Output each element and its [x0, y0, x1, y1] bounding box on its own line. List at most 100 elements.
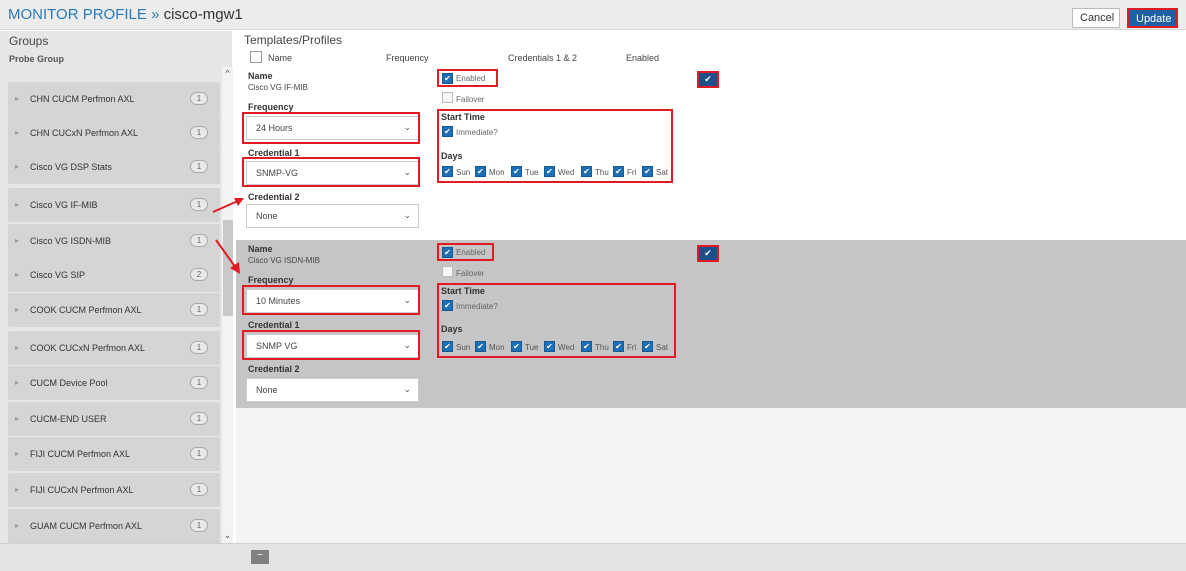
group-item[interactable]: ▸ FIJI CUCxN Perfmon AXL 1	[8, 473, 220, 507]
groups-header: Groups Probe Group	[0, 31, 232, 67]
group-item[interactable]: ▸ COOK CUCM Perfmon AXL 1	[8, 293, 220, 327]
groups-scrollbar-thumb[interactable]	[223, 220, 233, 316]
day-checkbox-fri[interactable]: ✔	[613, 166, 624, 177]
chevron-down-icon: ⌄	[403, 384, 411, 394]
credential1-value: SNMP-VG	[256, 168, 299, 178]
day-checkbox-sun[interactable]: ✔	[442, 166, 453, 177]
day-label-tue: Tue	[525, 168, 539, 177]
day-label-sat: Sat	[656, 168, 669, 177]
enabled-checkbox[interactable]: ✔	[442, 73, 453, 84]
day-checkbox-tue[interactable]: ✔	[511, 341, 522, 352]
day-checkbox-wed[interactable]: ✔	[544, 166, 555, 177]
column-header-enabled[interactable]: Enabled	[626, 53, 659, 63]
group-item[interactable]: ▸ CUCM Device Pool 1	[8, 366, 220, 400]
day-label-thu: Thu	[595, 343, 609, 352]
immediate-checkbox[interactable]: ✔	[442, 126, 453, 137]
update-button[interactable]: Update	[1127, 8, 1178, 28]
day-label-fri: Fri	[627, 168, 637, 177]
enabled-label: Enabled	[456, 74, 486, 83]
expand-icon: ▸	[15, 449, 20, 458]
days-label: Days	[441, 324, 463, 334]
profile-enabled-toggle[interactable]: ✔	[697, 245, 719, 262]
day-checkbox-sun[interactable]: ✔	[442, 341, 453, 352]
day-checkbox-mon[interactable]: ✔	[475, 341, 486, 352]
expand-icon: ▸	[15, 200, 20, 209]
remove-button[interactable]: −	[251, 550, 269, 564]
column-header-credentials[interactable]: Credentials 1 & 2	[508, 53, 577, 63]
expand-icon: ▸	[15, 343, 20, 352]
immediate-label: Immediate?	[456, 302, 498, 311]
group-item[interactable]: ▸ CHN CUCxN Perfmon AXL 1	[8, 116, 220, 150]
profile-name: Cisco VG IF-MIB	[248, 83, 309, 92]
group-item[interactable]: ▸ CHN CUCM Perfmon AXL 1	[8, 82, 220, 116]
day-label-wed: Wed	[558, 168, 575, 177]
credential2-select[interactable]: None ⌄	[246, 378, 419, 402]
group-item[interactable]: ▸ CUCM-END USER 1	[8, 402, 220, 436]
expand-icon: ▸	[15, 485, 20, 494]
expand-icon: ▸	[15, 236, 20, 245]
group-count-badge: 1	[190, 412, 208, 425]
group-item[interactable]: ▸ GUAM CUCM Perfmon AXL 1	[8, 509, 220, 543]
frequency-label: Frequency	[248, 102, 294, 112]
group-name: Cisco VG DSP Stats	[30, 162, 112, 172]
name-label: Name	[248, 71, 273, 81]
profile-name: Cisco VG ISDN-MIB	[248, 256, 321, 265]
expand-icon: ▸	[15, 94, 20, 103]
cancel-button[interactable]: Cancel	[1072, 8, 1120, 28]
day-label-sun: Sun	[456, 168, 471, 177]
group-name: GUAM CUCM Perfmon AXL	[30, 521, 143, 531]
column-header-name[interactable]: Name	[268, 53, 292, 63]
group-item[interactable]: ▸ Cisco VG SIP 2	[8, 258, 220, 292]
failover-checkbox[interactable]	[442, 266, 453, 277]
profile-enabled-toggle[interactable]: ✔	[697, 71, 719, 88]
day-checkbox-thu[interactable]: ✔	[581, 341, 592, 352]
day-checkbox-sat[interactable]: ✔	[642, 166, 653, 177]
select-all-checkbox[interactable]	[250, 51, 262, 63]
group-item[interactable]: ▸ Cisco VG IF-MIB 1	[8, 188, 220, 222]
credential2-label: Credential 2	[248, 364, 300, 374]
start-time-label: Start Time	[441, 112, 485, 122]
frequency-value: 10 Minutes	[256, 296, 301, 306]
credential1-select[interactable]: SNMP VG ⌄	[246, 334, 419, 358]
day-checkbox-sat[interactable]: ✔	[642, 341, 653, 352]
day-label-tue: Tue	[525, 343, 539, 352]
day-checkbox-wed[interactable]: ✔	[544, 341, 555, 352]
frequency-value: 24 Hours	[256, 123, 293, 133]
scroll-down-icon[interactable]: ⌄	[222, 530, 233, 541]
day-checkbox-thu[interactable]: ✔	[581, 166, 592, 177]
immediate-label: Immediate?	[456, 128, 498, 137]
credential2-value: None	[256, 211, 278, 221]
enabled-label: Enabled	[456, 248, 486, 257]
day-checkbox-mon[interactable]: ✔	[475, 166, 486, 177]
credential1-select[interactable]: SNMP-VG ⌄	[246, 161, 419, 185]
day-label-mon: Mon	[489, 168, 505, 177]
scroll-up-icon[interactable]: ^	[222, 68, 233, 78]
group-name: FIJI CUCM Perfmon AXL	[30, 449, 131, 459]
chevron-down-icon: ⌄	[403, 295, 411, 305]
group-name: CUCM-END USER	[30, 414, 107, 424]
group-item[interactable]: ▸ FIJI CUCM Perfmon AXL 1	[8, 437, 220, 471]
group-count-badge: 1	[190, 160, 208, 173]
credential2-select[interactable]: None ⌄	[246, 204, 419, 228]
day-label-thu: Thu	[595, 168, 609, 177]
chevron-down-icon: ⌄	[403, 340, 411, 350]
day-checkbox-fri[interactable]: ✔	[613, 341, 624, 352]
frequency-select[interactable]: 10 Minutes ⌄	[246, 289, 419, 313]
group-count-badge: 1	[190, 198, 208, 211]
chevron-down-icon: ⌄	[403, 210, 411, 220]
failover-checkbox[interactable]	[442, 92, 453, 103]
immediate-checkbox[interactable]: ✔	[442, 300, 453, 311]
group-item[interactable]: ▸ COOK CUCxN Perfmon AXL 1	[8, 331, 220, 365]
frequency-select[interactable]: 24 Hours ⌄	[246, 116, 419, 140]
enabled-checkbox[interactable]: ✔	[442, 247, 453, 258]
group-item[interactable]: ▸ Cisco VG DSP Stats 1	[8, 150, 220, 184]
column-header-frequency[interactable]: Frequency	[386, 53, 429, 63]
group-item[interactable]: ▸ Cisco VG ISDN-MIB 1	[8, 224, 220, 258]
credential2-label: Credential 2	[248, 192, 300, 202]
group-name: COOK CUCxN Perfmon AXL	[30, 343, 146, 353]
group-count-badge: 1	[190, 126, 208, 139]
group-count-badge: 1	[190, 376, 208, 389]
group-count-badge: 1	[190, 447, 208, 460]
failover-label: Failover	[456, 269, 485, 278]
day-checkbox-tue[interactable]: ✔	[511, 166, 522, 177]
